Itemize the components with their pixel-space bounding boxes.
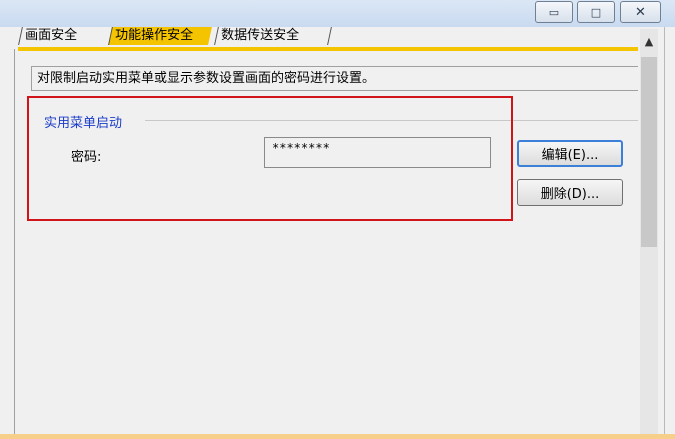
tab-screen-security[interactable]: 画面安全	[18, 27, 108, 45]
title-bar: ▭ □ ✕	[0, 0, 675, 27]
minimize-button[interactable]: ▭	[535, 1, 573, 23]
close-button[interactable]: ✕	[620, 1, 661, 23]
maximize-button[interactable]: □	[577, 1, 615, 23]
tab-bar: 画面安全 功能操作安全 数据传送安全	[18, 27, 638, 51]
highlight-box	[27, 96, 513, 221]
vertical-scrollbar[interactable]: ▲	[640, 29, 658, 434]
close-icon: ✕	[635, 4, 646, 20]
edit-button[interactable]: 编辑(E)...	[517, 140, 623, 167]
tab-data-transfer-security[interactable]: 数据传送安全	[214, 27, 332, 45]
bottom-strip	[0, 434, 675, 439]
maximize-icon: □	[590, 5, 602, 19]
panel-left-edge	[14, 49, 15, 434]
tab-function-operation-security[interactable]: 功能操作安全	[108, 27, 212, 45]
window-right-edge	[664, 27, 675, 439]
delete-button[interactable]: 删除(D)...	[517, 179, 623, 206]
description-box: 对限制启动实用菜单或显示参数设置画面的密码进行设置。	[31, 66, 638, 91]
scroll-up-icon[interactable]: ▲	[640, 32, 658, 50]
minimize-icon: ▭	[548, 5, 560, 19]
scroll-thumb[interactable]	[641, 57, 657, 247]
